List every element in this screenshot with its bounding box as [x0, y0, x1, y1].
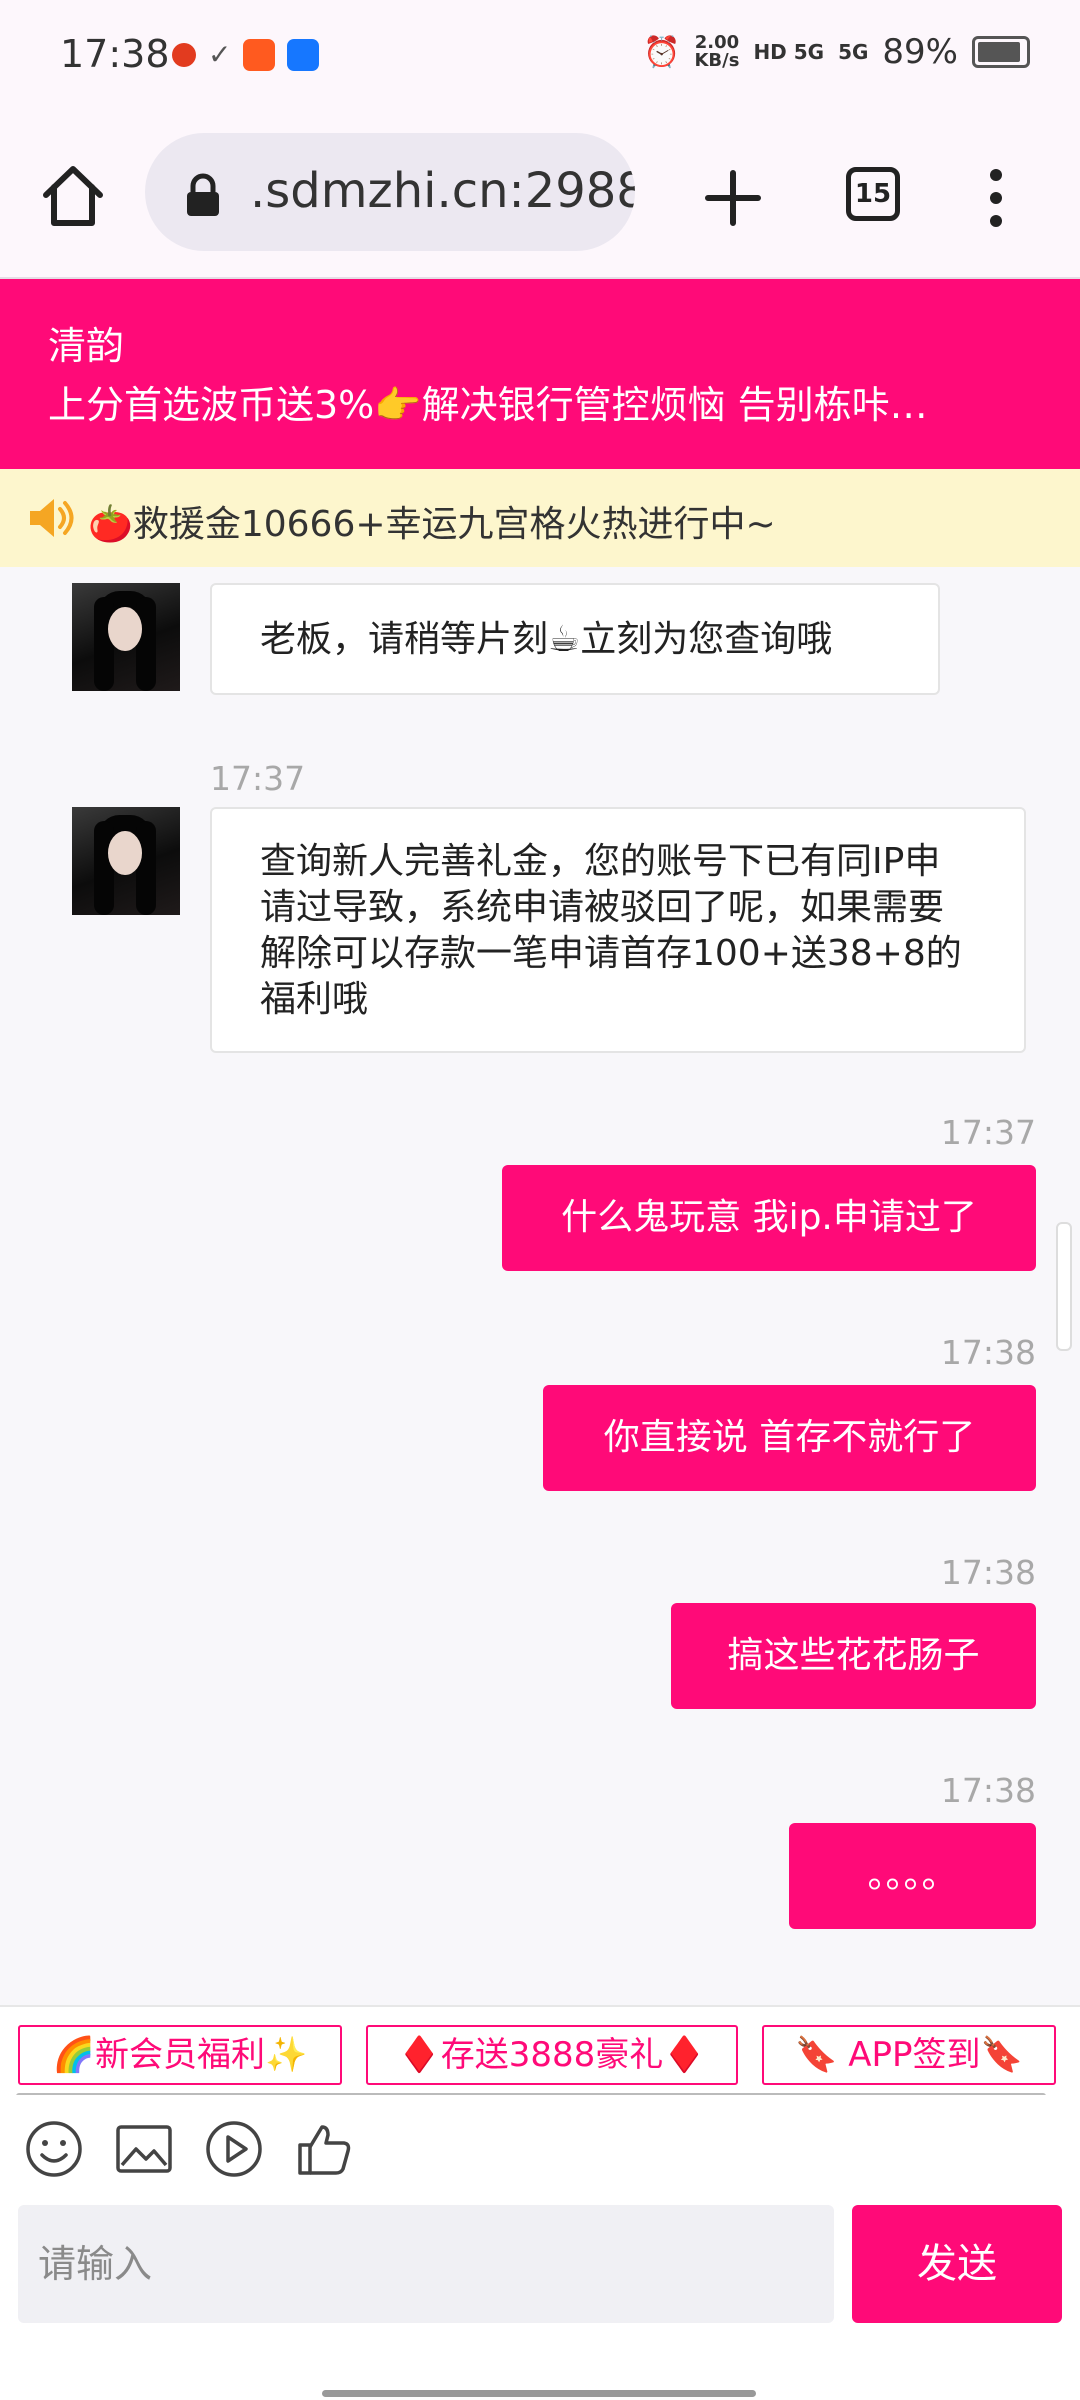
thumbs-up-icon[interactable]	[294, 2119, 354, 2179]
outgoing-message: 什么鬼玩意 我ip.申请过了	[502, 1165, 1036, 1271]
header-notice[interactable]: 上分首选波币送3%👉解决银行管控烦恼 告别栋咔…	[48, 374, 1038, 429]
network-speed: 2.00 KB/s	[694, 34, 739, 70]
new-tab-icon[interactable]	[700, 165, 766, 231]
scrollbar-thumb[interactable]	[1056, 1222, 1072, 1351]
send-button[interactable]: 发送	[852, 2205, 1062, 2323]
deposit-gift-button[interactable]: ♦️存送3888豪礼♦️	[366, 2025, 738, 2085]
alipay-app-icon	[287, 38, 320, 71]
speaker-icon	[30, 499, 74, 537]
home-icon[interactable]	[38, 161, 108, 231]
status-right: ⏰ 2.00 KB/s HD 5G 5G 89%	[643, 32, 1030, 72]
app-checkin-button[interactable]: 🔖 APP签到🔖	[762, 2025, 1056, 2085]
notification-app-icon	[172, 42, 196, 67]
outgoing-message: 你直接说 首存不就行了	[543, 1385, 1036, 1491]
message-timestamp: 17:38	[940, 1553, 1036, 1592]
chat-header: 清韵 上分首选波币送3%👉解决银行管控烦恼 告别栋咔…	[0, 279, 1080, 469]
emoji-icon[interactable]	[24, 2119, 84, 2179]
alarm-icon: ⏰	[643, 34, 681, 70]
quick-action-bar: 🌈新会员福利✨ ♦️存送3888豪礼♦️ 🔖 APP签到🔖	[0, 2005, 1080, 2099]
status-time: 17:38	[60, 32, 170, 76]
video-icon[interactable]	[204, 2119, 264, 2179]
message-list[interactable]: 老板，请稍等片刻☕立刻为您查询哦 17:37 查询新人完善礼金，您的账号下已有同…	[0, 567, 1080, 2005]
incoming-message: 老板，请稍等片刻☕立刻为您查询哦	[210, 583, 940, 695]
lock-icon	[187, 173, 219, 216]
battery-icon	[972, 36, 1030, 68]
message-timestamp: 17:37	[940, 1113, 1036, 1152]
network-speed-unit: KB/s	[694, 50, 740, 71]
new-member-bonus-button[interactable]: 🌈新会员福利✨	[18, 2025, 342, 2085]
shopping-app-icon	[243, 38, 276, 71]
agent-name: 清韵	[48, 324, 125, 368]
message-timestamp: 17:37	[210, 759, 306, 798]
more-menu-icon[interactable]	[976, 165, 1016, 231]
check-notification-icon: ✓	[208, 38, 232, 71]
agent-avatar	[72, 583, 180, 691]
battery-percent: 89%	[882, 32, 958, 72]
agent-avatar	[72, 807, 180, 915]
chat-tools	[0, 2095, 1080, 2205]
battery-level	[978, 42, 1020, 62]
marquee-text: 🍅救援金10666+幸运九宫格火热进行中~	[88, 504, 776, 545]
signal-hd-5g-icon: HD 5G	[753, 40, 825, 64]
announcement-marquee[interactable]: 🍅救援金10666+幸运九宫格火热进行中~	[0, 469, 1080, 567]
message-timestamp: 17:38	[940, 1333, 1036, 1372]
message-timestamp: 17:38	[940, 1771, 1036, 1810]
outgoing-message: 。。。。	[789, 1823, 1036, 1929]
address-bar[interactable]: .sdmzhi.cn:2988	[145, 133, 635, 251]
tab-switcher-button[interactable]: 15	[846, 167, 900, 221]
message-input[interactable]	[18, 2205, 834, 2323]
url-text[interactable]: .sdmzhi.cn:2988	[250, 163, 635, 219]
image-icon[interactable]	[114, 2119, 174, 2179]
gesture-navigation-bar[interactable]	[322, 2390, 756, 2397]
incoming-message: 查询新人完善礼金，您的账号下已有同IP申请过导致，系统申请被驳回了呢，如果需要解…	[210, 807, 1026, 1053]
outgoing-message: 搞这些花花肠子	[671, 1603, 1036, 1709]
message-composer: 发送	[0, 2205, 1080, 2400]
signal-5g-icon: 5G	[838, 40, 869, 64]
notification-icons: ✓	[172, 38, 320, 71]
status-bar: 17:38 ✓ ⏰ 2.00 KB/s HD 5G 5G 89%	[0, 0, 1080, 115]
browser-toolbar: .sdmzhi.cn:2988 15	[0, 115, 1080, 279]
